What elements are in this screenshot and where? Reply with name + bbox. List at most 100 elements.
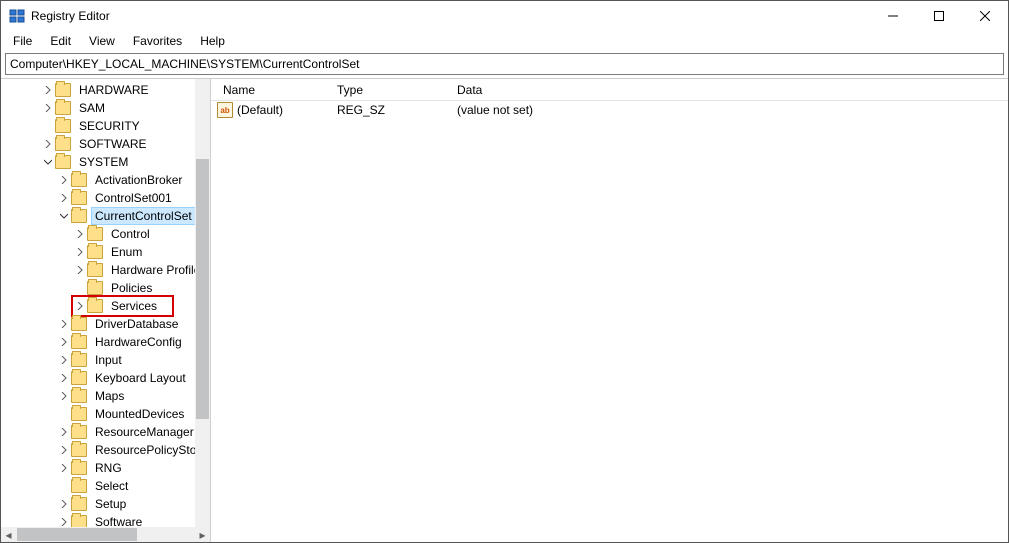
tree-node-hardwareprofiles[interactable]: Hardware Profiles bbox=[1, 261, 195, 279]
menu-help[interactable]: Help bbox=[192, 32, 233, 50]
tree-label: Software bbox=[91, 513, 146, 527]
tree-node-software2[interactable]: Software bbox=[1, 513, 195, 527]
tree-node-activationbroker[interactable]: ActivationBroker bbox=[1, 171, 195, 189]
values-list[interactable]: ab (Default) REG_SZ (value not set) bbox=[211, 101, 1008, 119]
chevron-right-icon[interactable] bbox=[57, 176, 71, 184]
value-row[interactable]: ab (Default) REG_SZ (value not set) bbox=[211, 101, 1008, 119]
tree-node-resourcemanager[interactable]: ResourceManager bbox=[1, 423, 195, 441]
chevron-right-icon[interactable] bbox=[57, 338, 71, 346]
chevron-right-icon[interactable] bbox=[41, 104, 55, 112]
close-button[interactable] bbox=[962, 1, 1008, 31]
folder-icon bbox=[71, 515, 87, 527]
tree-node-hardware[interactable]: HARDWARE bbox=[1, 81, 195, 99]
chevron-right-icon[interactable] bbox=[41, 86, 55, 94]
tree-label: DriverDatabase bbox=[91, 315, 182, 333]
tree-node-input[interactable]: Input bbox=[1, 351, 195, 369]
folder-icon bbox=[71, 425, 87, 439]
chevron-right-icon[interactable] bbox=[73, 248, 87, 256]
tree-horizontal-scrollbar[interactable]: ◂ ▸ bbox=[1, 527, 210, 542]
tree-label: ControlSet001 bbox=[91, 189, 176, 207]
maximize-button[interactable] bbox=[916, 1, 962, 31]
folder-icon bbox=[71, 209, 87, 223]
tree-node-keyboardlayout[interactable]: Keyboard Layout bbox=[1, 369, 195, 387]
registry-tree[interactable]: HARDWARE SAM SECURITY bbox=[1, 79, 195, 527]
chevron-down-icon[interactable] bbox=[57, 212, 71, 220]
tree-label: SYSTEM bbox=[75, 153, 132, 171]
tree-node-select[interactable]: Select bbox=[1, 477, 195, 495]
tree-node-rng[interactable]: RNG bbox=[1, 459, 195, 477]
tree-node-security[interactable]: SECURITY bbox=[1, 117, 195, 135]
close-icon bbox=[980, 11, 990, 21]
tree-node-setup[interactable]: Setup bbox=[1, 495, 195, 513]
scrollbar-thumb[interactable] bbox=[17, 528, 137, 541]
folder-icon bbox=[55, 155, 71, 169]
chevron-right-icon[interactable] bbox=[57, 320, 71, 328]
folder-icon bbox=[55, 137, 71, 151]
menu-view[interactable]: View bbox=[81, 32, 123, 50]
menubar: File Edit View Favorites Help bbox=[1, 31, 1008, 51]
folder-icon bbox=[87, 299, 103, 313]
folder-icon bbox=[71, 389, 87, 403]
values-pane: Name Type Data ab (Default) REG_SZ (valu… bbox=[211, 79, 1008, 542]
tree-node-software[interactable]: SOFTWARE bbox=[1, 135, 195, 153]
minimize-button[interactable] bbox=[870, 1, 916, 31]
column-name[interactable]: Name bbox=[211, 79, 331, 100]
tree-label: HardwareConfig bbox=[91, 333, 186, 351]
tree-node-services[interactable]: Services bbox=[1, 297, 195, 315]
tree-node-control[interactable]: Control bbox=[1, 225, 195, 243]
column-type[interactable]: Type bbox=[331, 79, 451, 100]
string-value-icon: ab bbox=[217, 102, 233, 118]
tree-node-currentcontrolset[interactable]: CurrentControlSet bbox=[1, 207, 195, 225]
chevron-right-icon[interactable] bbox=[57, 374, 71, 382]
chevron-right-icon[interactable] bbox=[57, 518, 71, 526]
tree-node-enum[interactable]: Enum bbox=[1, 243, 195, 261]
tree-node-mounteddevices[interactable]: MountedDevices bbox=[1, 405, 195, 423]
tree-label: Select bbox=[91, 477, 132, 495]
chevron-right-icon[interactable] bbox=[57, 446, 71, 454]
tree-node-sam[interactable]: SAM bbox=[1, 99, 195, 117]
tree-label: Maps bbox=[91, 387, 128, 405]
tree-vertical-scrollbar[interactable] bbox=[195, 79, 210, 527]
chevron-right-icon[interactable] bbox=[73, 266, 87, 274]
folder-icon bbox=[71, 173, 87, 187]
chevron-right-icon[interactable] bbox=[57, 500, 71, 508]
tree-node-driverdatabase[interactable]: DriverDatabase bbox=[1, 315, 195, 333]
tree-node-system[interactable]: SYSTEM bbox=[1, 153, 195, 171]
highlight-box: Services bbox=[71, 295, 174, 317]
tree-node-hardwareconfig[interactable]: HardwareConfig bbox=[1, 333, 195, 351]
window-title: Registry Editor bbox=[31, 9, 110, 23]
chevron-right-icon[interactable] bbox=[57, 428, 71, 436]
scrollbar-thumb[interactable] bbox=[196, 159, 209, 419]
chevron-right-icon[interactable] bbox=[41, 140, 55, 148]
tree-pane: HARDWARE SAM SECURITY bbox=[1, 79, 211, 542]
menu-edit[interactable]: Edit bbox=[42, 32, 79, 50]
maximize-icon bbox=[934, 11, 944, 21]
scroll-left-icon[interactable]: ◂ bbox=[1, 527, 16, 542]
folder-icon bbox=[71, 191, 87, 205]
chevron-right-icon[interactable] bbox=[73, 302, 87, 310]
chevron-right-icon[interactable] bbox=[57, 356, 71, 364]
folder-icon bbox=[55, 119, 71, 133]
scroll-right-icon[interactable]: ▸ bbox=[195, 527, 210, 542]
chevron-right-icon[interactable] bbox=[57, 194, 71, 202]
value-data: (value not set) bbox=[451, 103, 1008, 117]
folder-icon bbox=[71, 443, 87, 457]
menu-file[interactable]: File bbox=[5, 32, 40, 50]
address-bar[interactable]: Computer\HKEY_LOCAL_MACHINE\SYSTEM\Curre… bbox=[5, 53, 1004, 75]
folder-icon bbox=[71, 317, 87, 331]
column-headers: Name Type Data bbox=[211, 79, 1008, 101]
tree-node-controlset001[interactable]: ControlSet001 bbox=[1, 189, 195, 207]
tree-label: Setup bbox=[91, 495, 130, 513]
chevron-right-icon[interactable] bbox=[57, 464, 71, 472]
tree-label: SAM bbox=[75, 99, 109, 117]
tree-node-maps[interactable]: Maps bbox=[1, 387, 195, 405]
regedit-icon bbox=[9, 8, 25, 24]
value-name: (Default) bbox=[237, 103, 283, 117]
chevron-right-icon[interactable] bbox=[57, 392, 71, 400]
folder-icon bbox=[71, 371, 87, 385]
menu-favorites[interactable]: Favorites bbox=[125, 32, 190, 50]
chevron-right-icon[interactable] bbox=[73, 230, 87, 238]
tree-node-resourcepolicystore[interactable]: ResourcePolicyStore bbox=[1, 441, 195, 459]
chevron-down-icon[interactable] bbox=[41, 158, 55, 166]
column-data[interactable]: Data bbox=[451, 79, 1008, 100]
